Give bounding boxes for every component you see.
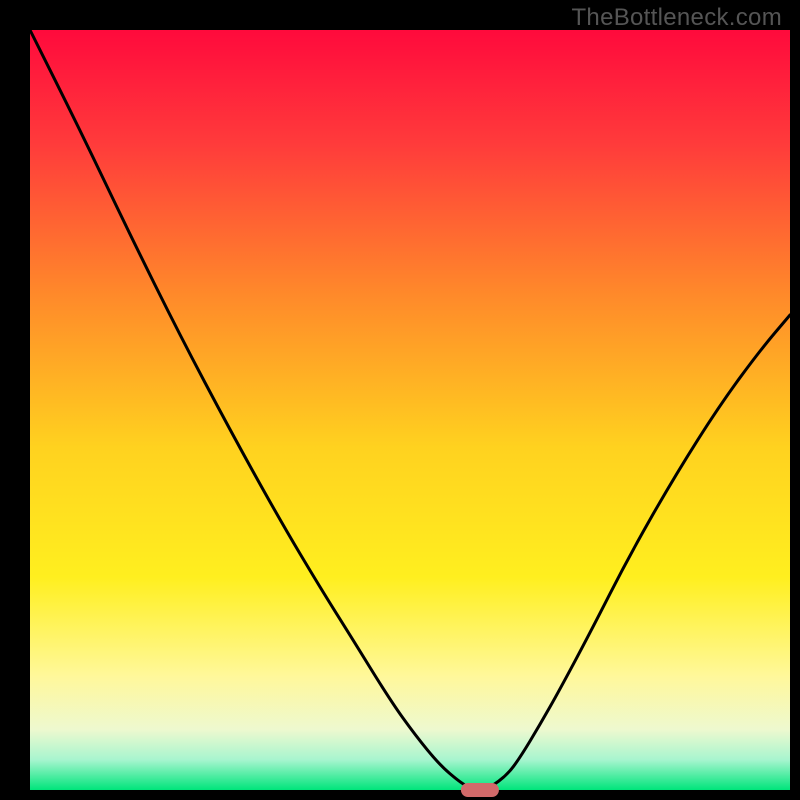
optimal-marker [461, 783, 499, 797]
plot-background [30, 30, 790, 790]
bottleneck-chart [0, 0, 800, 800]
chart-frame: TheBottleneck.com [0, 0, 800, 800]
